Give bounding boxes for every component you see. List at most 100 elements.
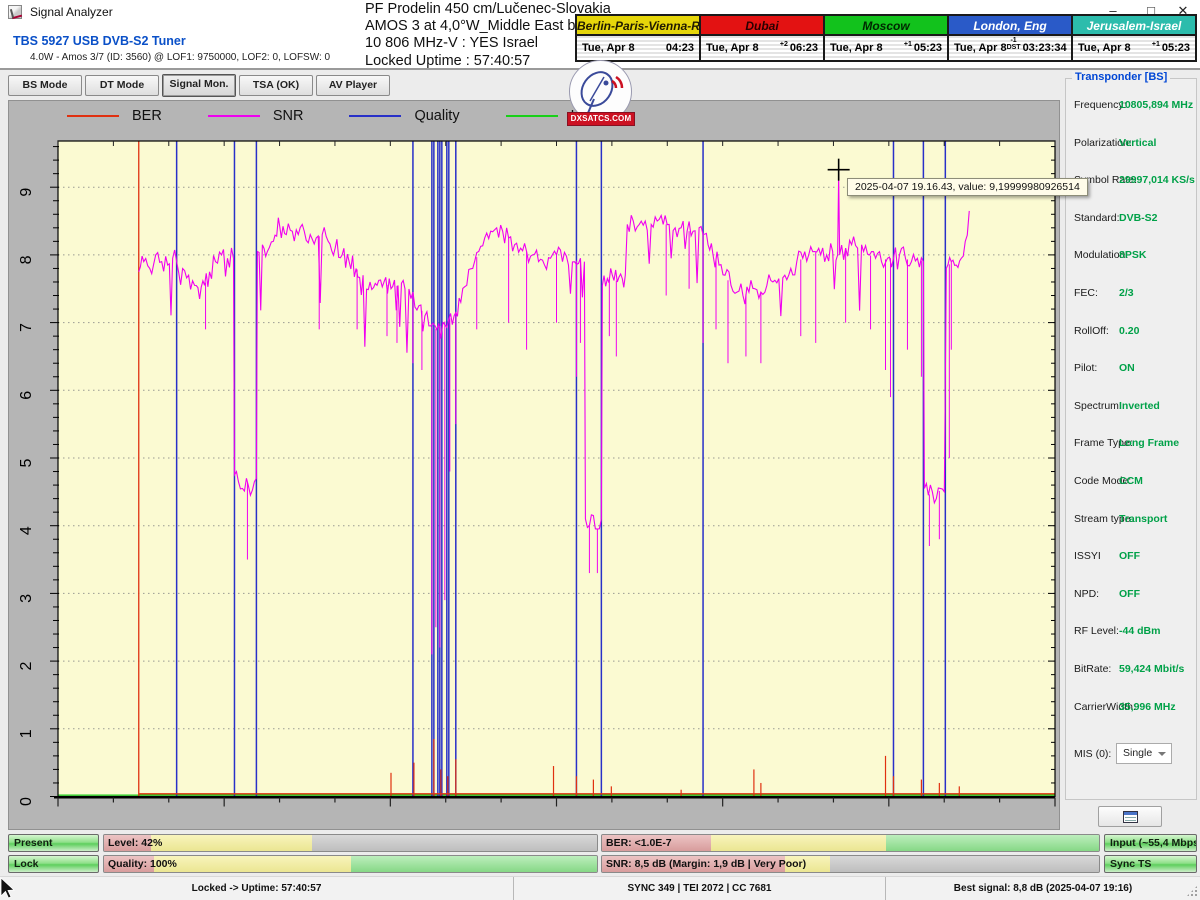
meter-segment-yellow xyxy=(151,835,312,851)
tuner-title: TBS 5927 USB DVB-S2 Tuner xyxy=(13,34,186,48)
meter-label: BER: <1.0E-7 xyxy=(606,835,672,852)
transponder-row-value: CCM xyxy=(1119,475,1143,487)
transponder-row-label: Spectrum: xyxy=(1074,400,1122,412)
level-meter: Level: 42% xyxy=(103,834,598,852)
transponder-row: Frame Type:Long Frame xyxy=(1066,431,1196,469)
meter-label: Quality: 100% xyxy=(108,856,177,873)
input-indicator: Input (~55,4 Mbps) xyxy=(1104,834,1197,852)
transponder-row: BitRate:59,424 Mbit/s xyxy=(1066,657,1196,695)
meter-segment-green xyxy=(886,835,1100,851)
clock-3: MoscowTue, Apr 8+105:23 xyxy=(825,16,949,60)
mouse-cursor xyxy=(0,877,16,899)
transponder-row-value: 8PSK xyxy=(1119,249,1146,261)
tab-tsa-ok-[interactable]: TSA (OK) xyxy=(239,75,313,96)
tab-bs-mode[interactable]: BS Mode xyxy=(8,75,82,96)
signal-chart[interactable]: 0123456789 xyxy=(9,101,1061,831)
clock-city-label: Dubai xyxy=(701,16,823,36)
tab-signal-mon-[interactable]: Signal Mon. xyxy=(162,74,236,97)
transponder-row: Stream type:Transport xyxy=(1066,507,1196,545)
meter-segment-yellow xyxy=(154,856,351,872)
clock-city-label: Moscow xyxy=(825,16,947,36)
y-tick-label: 9 xyxy=(18,188,35,197)
snr-meter: SNR: 8,5 dB (Margin: 1,9 dB | Very Poor) xyxy=(601,855,1100,873)
y-tick-label: 4 xyxy=(18,526,35,535)
clock-city-label: London, Eng xyxy=(949,16,1071,36)
transponder-row-value: ON xyxy=(1119,362,1135,374)
clock-city-label: Berlin-Paris-Vienna-Roma xyxy=(577,16,699,36)
meter-segment-yellow xyxy=(711,835,886,851)
dxsatcs-logo: DXSATCS.COM xyxy=(566,60,636,134)
clock-date: Tue, Apr 8 xyxy=(954,42,1007,54)
ber-meter: BER: <1.0E-7 xyxy=(601,834,1100,852)
transponder-row-value: OFF xyxy=(1119,550,1140,562)
transponder-row-label: RollOff: xyxy=(1074,325,1109,337)
clock-city-label: Jerusalem-Israel xyxy=(1073,16,1195,36)
transponder-row-value: 59,424 Mbit/s xyxy=(1119,663,1184,675)
transponder-row-value: 35,996 MHz xyxy=(1119,701,1176,713)
signal-chart-module: BERSNRQualityLevel 0123456789 2025-04-07… xyxy=(8,100,1060,830)
mis-select[interactable]: Single xyxy=(1116,743,1172,764)
y-tick-label: 8 xyxy=(18,255,35,264)
transponder-row: FEC: 2/3 xyxy=(1066,281,1196,319)
clock-time: 06:23 xyxy=(790,42,818,54)
y-tick-label: 0 xyxy=(18,797,35,806)
logo-text: DXSATCS.COM xyxy=(567,112,635,126)
clock-time: 05:23 xyxy=(1162,42,1190,54)
clock-time-row: Tue, Apr 8+105:23 xyxy=(1073,36,1195,60)
transponder-row-value: -44 dBm xyxy=(1119,625,1160,637)
transponder-row-value: Inverted xyxy=(1119,400,1160,412)
mis-selected-value: Single xyxy=(1123,747,1152,759)
meter-label: Level: 42% xyxy=(108,835,162,852)
list-icon xyxy=(1123,811,1138,823)
tab-dt-mode[interactable]: DT Mode xyxy=(85,75,159,96)
statusbar: Locked -> Uptime: 57:40:57 SYNC 349 | TE… xyxy=(0,876,1200,900)
clock-4: London, Eng Tue, Apr 8-1 DST03:23:34 xyxy=(949,16,1073,60)
transponder-row: Spectrum:Inverted xyxy=(1066,394,1196,432)
sync-ts-indicator: Sync TS xyxy=(1104,855,1197,873)
transponder-row-value: DVB-S2 xyxy=(1119,212,1158,224)
transponder-row: Pilot: ON xyxy=(1066,356,1196,394)
transponder-row-label: FEC: xyxy=(1074,287,1098,299)
clock-utc-offset: +2 xyxy=(780,41,790,48)
plot-area[interactable] xyxy=(58,141,1055,797)
transponder-row-value: Transport xyxy=(1119,513,1167,525)
clock-time-row: Tue, Apr 8 +206:23 xyxy=(701,36,823,60)
transponder-row: ISSYIOFF xyxy=(1066,544,1196,582)
present-indicator: Present xyxy=(8,834,99,852)
clock-time-row: Tue, Apr 8+105:23 xyxy=(825,36,947,60)
transponder-row-label: Standard: xyxy=(1074,212,1120,224)
transponder-list-button[interactable] xyxy=(1098,806,1162,827)
clock-2: Dubai Tue, Apr 8 +206:23 xyxy=(701,16,825,60)
info-line-1: PF Prodelin 450 cm/Lučenec-Slovakia xyxy=(365,1,580,18)
world-clocks: Berlin-Paris-Vienna-RomaTue, Apr 804:23D… xyxy=(575,14,1197,62)
y-tick-label: 5 xyxy=(18,458,35,467)
transponder-row-value: 0.20 xyxy=(1119,325,1139,337)
clock-1: Berlin-Paris-Vienna-RomaTue, Apr 804:23 xyxy=(577,16,701,60)
statusbar-sync-counters: SYNC 349 | TEI 2072 | CC 7681 xyxy=(513,877,885,900)
clock-date: Tue, Apr 8 xyxy=(706,42,759,54)
transponder-row: RF Level:-44 dBm xyxy=(1066,619,1196,657)
clock-time: 05:23 xyxy=(914,42,942,54)
indicator-bars: Present Level: 42% BER: <1.0E-7 Input (~… xyxy=(0,833,1200,874)
transponder-row-label: RF Level: xyxy=(1074,625,1119,637)
clock-time: 04:23 xyxy=(666,42,694,54)
clock-5: Jerusalem-IsraelTue, Apr 8+105:23 xyxy=(1073,16,1195,60)
quality-meter: Quality: 100% xyxy=(103,855,598,873)
clock-utc-offset: -1 DST xyxy=(1007,37,1023,51)
clock-utc-offset: +1 xyxy=(1152,41,1162,48)
app-window: Signal Analyzer – □ ✕ TBS 5927 USB DVB-S… xyxy=(0,0,1200,900)
transponder-row: Polarization:Vertical xyxy=(1066,131,1196,169)
transponder-row-value: 10805,894 MHz xyxy=(1119,99,1193,111)
clock-time: 03:23:34 xyxy=(1023,42,1067,54)
tab-av-player[interactable]: AV Player xyxy=(316,75,390,96)
transponder-row-value: 2/3 xyxy=(1119,287,1134,299)
mis-row: MIS (0): Single xyxy=(1066,743,1196,767)
transponder-row: Modulation:8PSK xyxy=(1066,243,1196,281)
transponder-row: CarrierWidth:35,996 MHz xyxy=(1066,695,1196,733)
statusbar-uptime: Locked -> Uptime: 57:40:57 xyxy=(0,877,513,900)
site-info-block: PF Prodelin 450 cm/Lučenec-SlovakiaAMOS … xyxy=(365,1,580,70)
chart-tooltip: 2025-04-07 19.16.43, value: 9,1999998092… xyxy=(847,178,1088,196)
transponder-row-label: Pilot: xyxy=(1074,362,1097,374)
y-tick-label: 2 xyxy=(18,662,35,671)
y-tick-label: 7 xyxy=(18,323,35,332)
